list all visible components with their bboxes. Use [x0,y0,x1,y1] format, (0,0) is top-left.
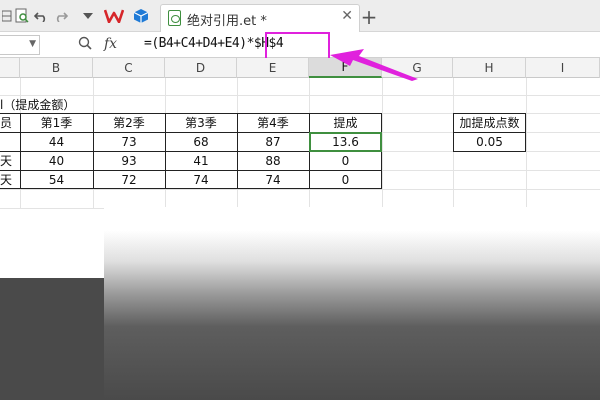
grid-icon[interactable] [0,0,14,32]
table-cell[interactable]: 74 [237,170,309,189]
table-cell[interactable]: 74 [165,170,237,189]
rate-value-cell[interactable]: 0.05 [453,132,526,151]
table-cell[interactable]: 天 [0,151,20,170]
wps-logo-icon[interactable] [102,0,126,32]
column-header-g[interactable]: G [382,58,453,78]
table-header-cell[interactable]: 第1季 [20,113,93,132]
table-cell[interactable]: 0 [309,151,382,170]
table-header-cell[interactable]: 第3季 [165,113,237,132]
new-tab-button[interactable]: + [358,4,380,30]
title-bar: 绝对引用.et * ✕ + [0,0,600,32]
zoom-icon[interactable] [78,36,92,54]
formula-input[interactable]: =(B4+C4+D4+E4)*$H$4 [144,36,284,51]
column-header-f[interactable]: F [309,58,382,78]
image-gradient-overlay [104,207,600,400]
column-header-row: B C D E F G H I [0,58,600,78]
sheet-caption: l（提成金额） [0,97,76,112]
table-cell[interactable]: 54 [20,170,93,189]
column-header-b[interactable]: B [20,58,93,78]
table-header-cell[interactable]: 第4季 [237,113,309,132]
table-cell[interactable]: 44 [20,132,93,151]
document-tab[interactable]: 绝对引用.et * ✕ [160,4,360,32]
sheet-grid[interactable]: l（提成金额） 员 第1季 第2季 第3季 第4季 提成 44 73 68 87… [0,78,600,208]
print-preview-icon[interactable] [14,0,30,32]
column-header-h[interactable]: H [453,58,526,78]
sheet-empty-area [0,208,104,278]
undo-icon[interactable] [32,0,50,32]
table-cell[interactable]: 天 [0,170,20,189]
column-header-d[interactable]: D [165,58,237,78]
table-cell[interactable]: 0 [309,170,382,189]
table-cell[interactable]: 73 [93,132,165,151]
image-dark-overlay [0,278,104,400]
redo-icon[interactable] [52,0,70,32]
table-cell[interactable]: 68 [165,132,237,151]
cube-icon[interactable] [130,0,152,32]
column-header-c[interactable]: C [93,58,165,78]
table-cell[interactable]: 88 [237,151,309,170]
document-tab-title: 绝对引用.et * [187,14,267,29]
rate-label-cell[interactable]: 加提成点数 [453,113,526,132]
table-header-cell[interactable]: 员 [0,113,20,132]
column-header-partial[interactable] [0,58,20,78]
table-cell[interactable]: 87 [237,132,309,151]
table-cell[interactable]: 40 [20,151,93,170]
name-box[interactable]: ▼ [0,35,40,55]
table-cell[interactable] [0,132,20,151]
spreadsheet-doc-icon [168,10,181,26]
dropdown-icon[interactable] [80,0,96,32]
active-cell-outline [309,132,382,152]
table-header-cell[interactable]: 提成 [309,113,382,132]
table-cell[interactable]: 41 [165,151,237,170]
table-cell[interactable]: 93 [93,151,165,170]
name-box-dropdown-icon[interactable]: ▼ [29,39,36,49]
column-header-i[interactable]: I [526,58,600,78]
table-cell[interactable]: 72 [93,170,165,189]
column-header-e[interactable]: E [237,58,309,78]
insert-function-button[interactable]: fx [104,36,117,52]
table-header-cell[interactable]: 第2季 [93,113,165,132]
close-tab-icon[interactable]: ✕ [341,8,353,24]
